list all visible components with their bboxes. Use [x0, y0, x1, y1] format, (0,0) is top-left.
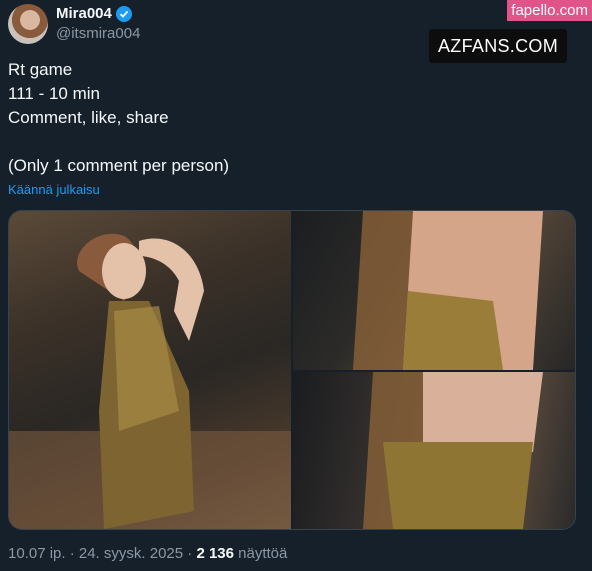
fapello-watermark: fapello.com — [507, 0, 592, 21]
views-label: näyttöä — [233, 545, 288, 562]
translate-link[interactable]: Käännä julkaisu — [8, 182, 100, 197]
avatar[interactable] — [8, 4, 48, 44]
media-grid — [8, 210, 576, 530]
photo-1[interactable] — [9, 211, 291, 529]
azfans-watermark: AZFANS.COM — [429, 29, 567, 63]
tweet-line: Rt game — [8, 60, 73, 79]
photo-3[interactable] — [293, 372, 575, 529]
tweet-line: (Only 1 comment per person) — [8, 156, 230, 175]
handle[interactable]: @itsmira004 — [56, 25, 140, 42]
photo-2[interactable] — [293, 211, 575, 370]
tweet-line — [8, 130, 229, 154]
tweet-meta: 10.07 ip. · 24. syysk. 2025 · 2 136 näyt… — [8, 545, 287, 562]
view-count: 2 136 — [196, 545, 234, 562]
tweet-line: 111 - 10 min — [8, 84, 100, 103]
author-name-row: Mira004 — [56, 5, 132, 22]
verified-badge-icon — [115, 5, 132, 22]
timestamp[interactable]: 10.07 ip. · 24. syysk. 2025 · — [8, 545, 196, 562]
tweet-line: Comment, like, share — [8, 108, 169, 127]
tweet-text: Rt game 111 - 10 min Comment, like, shar… — [8, 58, 229, 178]
display-name[interactable]: Mira004 — [56, 5, 112, 22]
